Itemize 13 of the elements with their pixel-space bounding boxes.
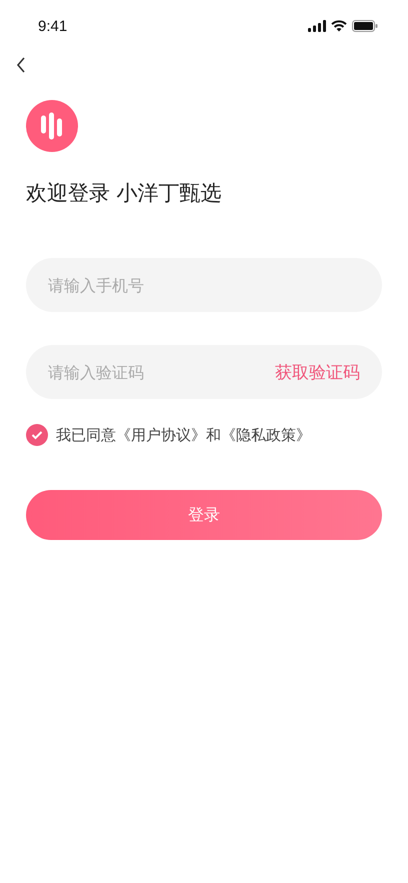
phone-input-field[interactable]: 请输入手机号 bbox=[26, 258, 382, 312]
agreement-text: 我已同意《用户协议》和《隐私政策》 bbox=[56, 426, 311, 444]
wifi-icon bbox=[331, 20, 347, 32]
battery-icon bbox=[352, 20, 378, 32]
get-code-link[interactable]: 获取验证码 bbox=[275, 360, 360, 384]
status-time: 9:41 bbox=[38, 18, 68, 34]
code-input-field[interactable]: 请输入验证码 获取验证码 bbox=[26, 345, 382, 399]
login-button[interactable]: 登录 bbox=[26, 490, 382, 540]
back-icon[interactable] bbox=[16, 57, 26, 73]
welcome-title: 欢迎登录 小洋丁甄选 bbox=[26, 180, 223, 207]
logo-icon bbox=[26, 100, 78, 152]
signal-icon bbox=[308, 20, 326, 32]
agree-checkbox[interactable] bbox=[26, 424, 48, 446]
